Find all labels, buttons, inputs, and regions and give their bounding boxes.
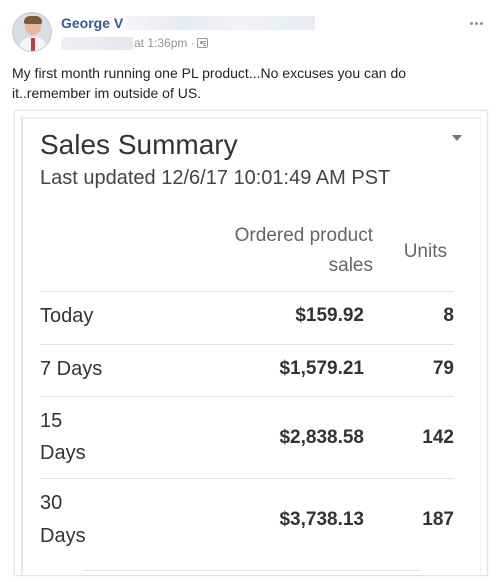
row-units: 187 — [422, 509, 454, 530]
row-label: 7 Days — [40, 358, 103, 380]
column-header-sales-line1: Ordered product — [234, 225, 373, 246]
post-header: George V at 1:36pm · — [12, 12, 486, 56]
post-meta: at 1:36pm · — [61, 35, 209, 51]
row-label-line2: Days — [40, 442, 86, 464]
row-sales: $159.92 — [295, 305, 364, 326]
row-units: 79 — [432, 358, 454, 379]
row-label: Today — [40, 305, 94, 327]
row-units: 142 — [422, 427, 454, 448]
author-row: George V — [61, 14, 316, 32]
card-title: Sales Summary — [40, 129, 238, 160]
row-sales: $3,738.13 — [279, 509, 364, 530]
options-dot — [474, 21, 478, 25]
row-label-line2: Days — [40, 525, 86, 547]
more-horizontal-icon[interactable] — [466, 16, 486, 30]
row-label: 15 — [40, 410, 63, 432]
column-header-sales: Ordered product sales — [235, 221, 373, 281]
column-header-sales-line2: sales — [328, 255, 373, 276]
card-divider — [83, 570, 420, 571]
sales-summary-card: Sales Summary Last updated 12/6/17 10:01… — [21, 117, 481, 575]
author-name[interactable]: George V — [61, 15, 123, 31]
table-row: 15 Days $2,838.58 142 — [40, 396, 454, 478]
column-header-units: Units — [403, 241, 447, 262]
post-text: My first month running one PL product...… — [12, 65, 407, 101]
row-label: 30 — [40, 492, 63, 514]
options-dot — [479, 21, 483, 25]
redacted-date — [61, 36, 133, 50]
row-sales: $2,838.58 — [279, 427, 364, 448]
avatar-tie — [31, 38, 35, 51]
meta-separator: · — [190, 36, 195, 50]
row-sales: $1,579.21 — [279, 358, 364, 379]
post-timestamp[interactable]: at 1:36pm — [134, 36, 187, 50]
row-units: 8 — [443, 305, 454, 326]
redacted-name — [125, 16, 316, 30]
caret-down-icon[interactable] — [452, 135, 462, 141]
audience-icon[interactable] — [197, 38, 209, 48]
table-row: 30 Days $3,738.13 187 — [40, 478, 454, 562]
sales-summary-image[interactable]: Sales Summary Last updated 12/6/17 10:01… — [14, 110, 488, 576]
last-updated: Last updated 12/6/17 10:01:49 AM PST — [40, 167, 391, 189]
avatar[interactable] — [12, 12, 52, 52]
avatar-hair — [24, 16, 42, 24]
table-row: 7 Days $1,579.21 79 — [40, 344, 454, 396]
table-row: Today $159.92 8 — [40, 291, 454, 344]
options-dot — [469, 21, 473, 25]
